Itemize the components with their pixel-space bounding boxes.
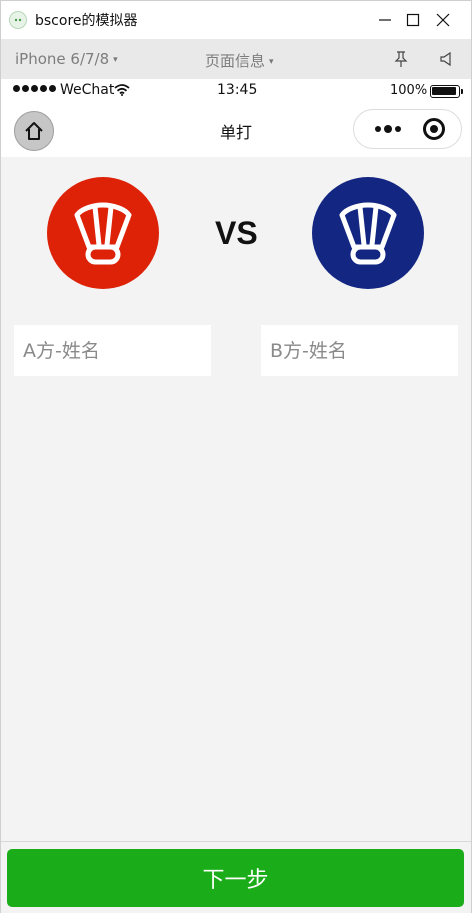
exit-icon[interactable] — [423, 118, 445, 140]
page-info-label: 页面信息 — [205, 52, 266, 70]
team-b-name-input[interactable] — [261, 325, 458, 376]
main-content: VS — [1, 157, 471, 841]
battery-percent: 100% — [390, 83, 428, 98]
battery-icon — [430, 85, 463, 98]
device-selector[interactable]: iPhone 6/7/8 ▾ — [15, 50, 118, 68]
nav-bar: 单打 — [1, 103, 471, 157]
page-info-selector[interactable]: 页面信息 ▾ — [205, 50, 274, 71]
shuttlecock-icon — [339, 202, 397, 265]
device-label: iPhone 6/7/8 — [15, 50, 110, 68]
team-a-name-input[interactable] — [14, 325, 211, 376]
pin-icon[interactable] — [392, 50, 410, 68]
phone-status-bar: WeChat 13:45 100% — [1, 79, 471, 103]
more-icon[interactable] — [366, 110, 410, 148]
status-time: 13:45 — [217, 82, 258, 98]
vs-label: VS — [215, 215, 258, 251]
window-title: bscore的模拟器 — [35, 13, 138, 29]
close-icon[interactable] — [415, 1, 471, 39]
capsule-menu — [353, 109, 462, 149]
caret-down-icon: ▾ — [269, 56, 274, 67]
app-icon — [9, 11, 27, 29]
shuttlecock-icon — [74, 202, 132, 265]
team-a-logo — [47, 177, 159, 289]
signal-icon — [13, 85, 56, 92]
simulator-toolbar: iPhone 6/7/8 ▾ 页面信息 ▾ — [1, 39, 471, 79]
carrier-label: WeChat — [60, 82, 115, 98]
team-b-logo — [312, 177, 424, 289]
bottom-bar: 下一步 — [1, 841, 471, 913]
volume-icon[interactable] — [438, 50, 456, 68]
next-step-button[interactable]: 下一步 — [7, 849, 464, 907]
window-titlebar: bscore的模拟器 — [1, 1, 471, 39]
caret-down-icon: ▾ — [113, 55, 118, 65]
wifi-icon — [114, 84, 130, 96]
